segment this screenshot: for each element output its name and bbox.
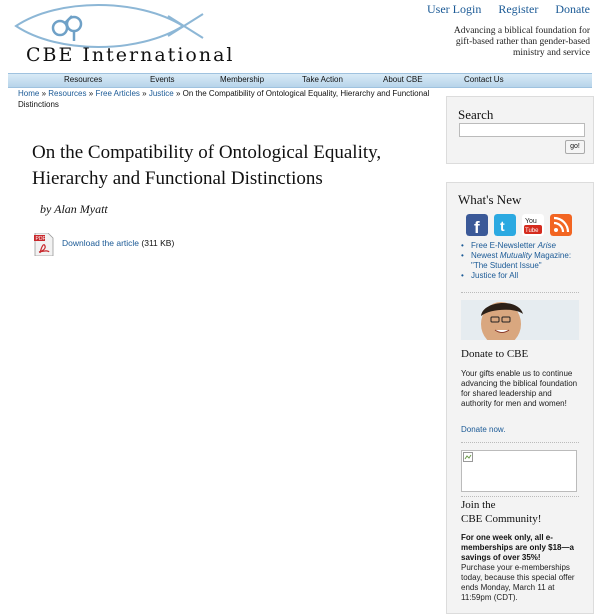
donate-link[interactable]: Donate (555, 2, 590, 16)
logo-text: CBE International (26, 44, 235, 66)
nav-about-cbe[interactable]: About CBE (383, 75, 423, 84)
nav-contact-us[interactable]: Contact Us (464, 75, 504, 84)
svg-text:t: t (500, 218, 505, 234)
register-link[interactable]: Register (498, 2, 538, 16)
search-heading: Search (458, 107, 494, 122)
breadcrumb-resources[interactable]: Resources (48, 89, 86, 98)
nav-events[interactable]: Events (150, 75, 174, 84)
news-link[interactable]: Free E-Newsletter Arise (471, 241, 556, 250)
file-size: (311 KB) (141, 238, 175, 248)
breadcrumb: Home » Resources » Free Articles » Justi… (18, 88, 438, 110)
facebook-icon[interactable]: f (466, 214, 488, 236)
whats-new-heading: What's New (458, 192, 522, 207)
ichthys-logo-icon (14, 4, 204, 48)
list-item[interactable]: Free E-Newsletter Arise (461, 241, 589, 251)
tagline: Advancing a biblical foundation for gift… (453, 26, 590, 58)
download-text: Download the article (311 KB) (62, 238, 174, 248)
breadcrumb-separator: » (41, 89, 47, 98)
main-nav: Resources Events Membership Take Action … (8, 73, 592, 88)
divider (461, 496, 579, 497)
nav-membership[interactable]: Membership (220, 75, 264, 84)
twitter-icon[interactable]: t (494, 214, 516, 236)
search-panel: Search go! (446, 96, 594, 164)
donate-photo[interactable] (461, 300, 579, 340)
community-heading-line2: CBE Community! (461, 513, 542, 525)
nav-take-action[interactable]: Take Action (302, 75, 343, 84)
breadcrumb-free-articles[interactable]: Free Articles (95, 89, 139, 98)
rss-icon[interactable] (550, 214, 572, 236)
youtube-icon[interactable]: You Tube (522, 214, 544, 236)
news-link[interactable]: Justice for All (471, 271, 518, 280)
list-item[interactable]: Justice for All (461, 271, 589, 281)
breadcrumb-separator: » (88, 89, 94, 98)
news-link[interactable]: Newest Mutuality Magazine: "The Student … (471, 251, 571, 270)
article-byline: by Alan Myatt (40, 202, 108, 216)
top-links: User Login Register Donate (413, 2, 590, 17)
person-photo-icon (461, 300, 579, 340)
breadcrumb-justice[interactable]: Justice (149, 89, 174, 98)
divider (461, 292, 579, 293)
list-item[interactable]: Newest Mutuality Magazine: "The Student … (461, 251, 589, 271)
community-offer-text: Purchase your e-memberships today, becau… (461, 563, 575, 602)
svg-text:PDF: PDF (36, 236, 46, 242)
donate-heading: Donate to CBE (461, 348, 529, 360)
broken-image-icon (463, 452, 473, 462)
download-article-link[interactable]: Download the article (62, 238, 139, 248)
broken-image-placeholder[interactable] (461, 450, 577, 492)
svg-text:Tube: Tube (525, 228, 539, 234)
nav-resources[interactable]: Resources (64, 75, 102, 84)
news-list: Free E-Newsletter Arise Newest Mutuality… (461, 241, 589, 281)
donate-text: Your gifts enable us to continue advanci… (461, 369, 578, 408)
divider (461, 442, 579, 443)
article-title: On the Compatibility of Ontological Equa… (32, 142, 382, 189)
community-heading-line1: Join the (461, 499, 496, 511)
search-go-button[interactable]: go! (565, 140, 585, 154)
user-login-link[interactable]: User Login (427, 2, 481, 16)
whats-new-panel: What's New f t You Tube Free E-Newslette… (446, 182, 594, 614)
pdf-file-icon[interactable]: PDF (34, 233, 54, 256)
community-offer-bold: For one week only, all e-memberships are… (461, 533, 574, 562)
svg-text:You: You (525, 218, 537, 225)
svg-text:f: f (474, 218, 480, 236)
breadcrumb-home[interactable]: Home (18, 89, 39, 98)
breadcrumb-separator: » (142, 89, 147, 98)
breadcrumb-separator: » (175, 89, 181, 98)
search-input[interactable] (459, 123, 585, 137)
cbe-logo[interactable]: CBE International (8, 4, 232, 68)
donate-now-link[interactable]: Donate now. (461, 425, 583, 435)
